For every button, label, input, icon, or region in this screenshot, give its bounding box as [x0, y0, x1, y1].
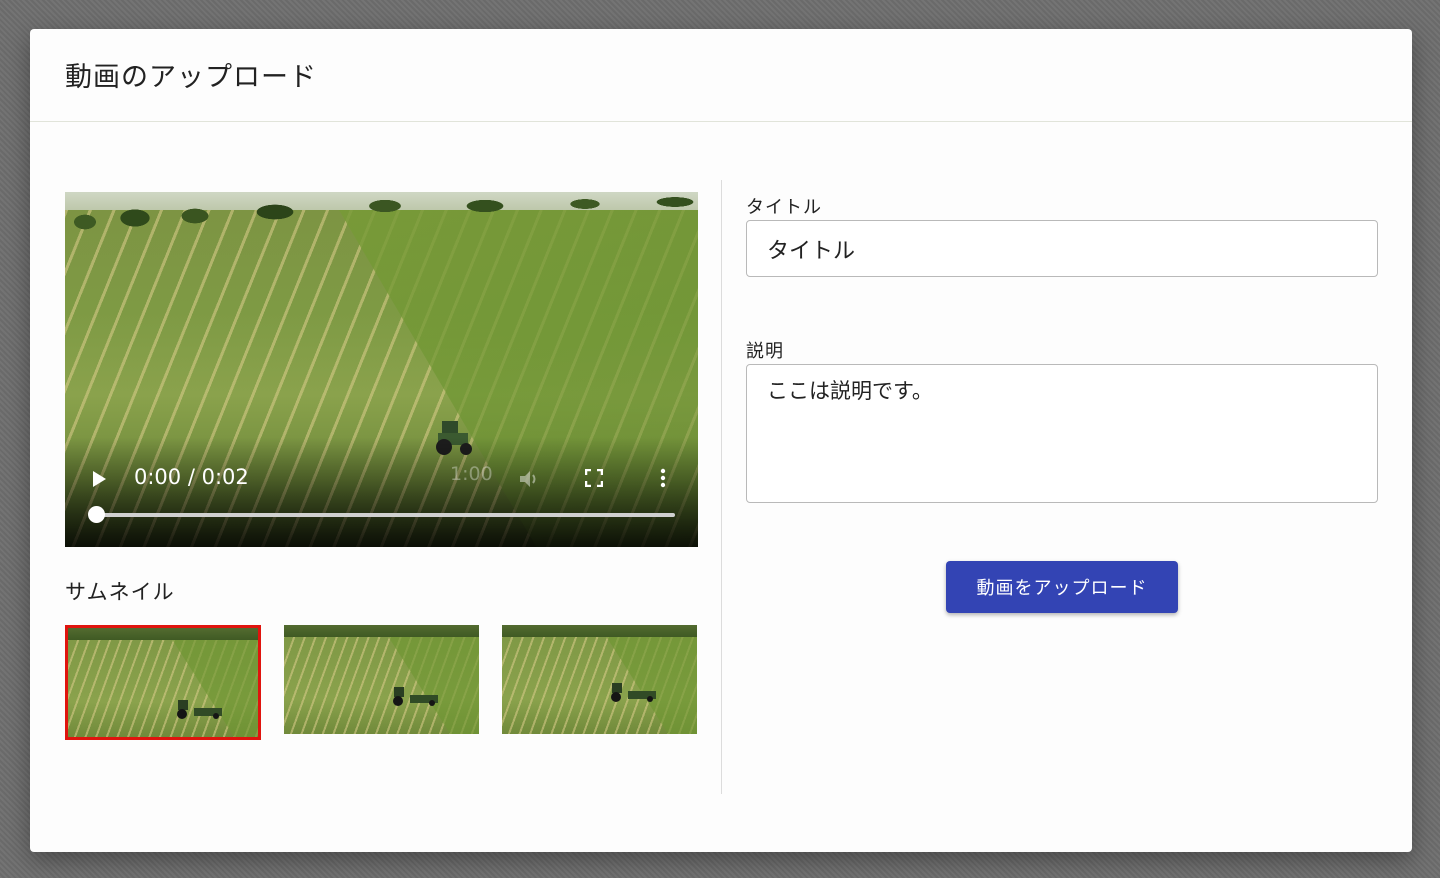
title-input[interactable]: タイトル [746, 220, 1378, 277]
thumbnail-tree-line [284, 625, 479, 637]
video-player[interactable]: 0:00 / 0:02 1:00 [65, 192, 698, 547]
column-divider [721, 180, 722, 794]
dialog-title: 動画のアップロード [65, 62, 317, 93]
thumbnail-tractor [177, 700, 222, 719]
more-vert-icon[interactable] [659, 468, 667, 488]
thumbnail-heading: サムネイル [65, 580, 175, 604]
description-textarea[interactable]: ここは説明です。 [746, 364, 1378, 503]
thumbnail-tree-line [68, 628, 258, 640]
progress-track[interactable] [96, 513, 675, 517]
thumbnail-3[interactable] [502, 625, 697, 734]
thumbnail-1[interactable] [65, 625, 261, 740]
dialog-header: 動画のアップロード [30, 29, 1412, 122]
play-icon[interactable] [93, 471, 106, 487]
ghost-time-label: 1:00 [450, 463, 493, 485]
thumbnail-tractor [611, 683, 656, 702]
thumbnail-tractor [393, 687, 438, 706]
upload-video-button[interactable]: 動画をアップロード [946, 561, 1178, 613]
time-display: 0:00 / 0:02 [134, 465, 249, 489]
progress-thumb[interactable] [88, 506, 105, 523]
upload-dialog: 動画のアップロード 0:00 / 0:02 1:00 サムネイル タイトル タイ… [30, 29, 1412, 852]
thumbnail-2[interactable] [284, 625, 479, 734]
thumbnail-tree-line [502, 625, 697, 637]
description-label: 説明 [746, 341, 784, 362]
volume-icon[interactable] [517, 468, 539, 490]
video-tree-line [65, 192, 698, 242]
title-label: タイトル [746, 197, 822, 218]
controls-overlay [65, 437, 698, 547]
fullscreen-icon[interactable] [585, 469, 603, 487]
